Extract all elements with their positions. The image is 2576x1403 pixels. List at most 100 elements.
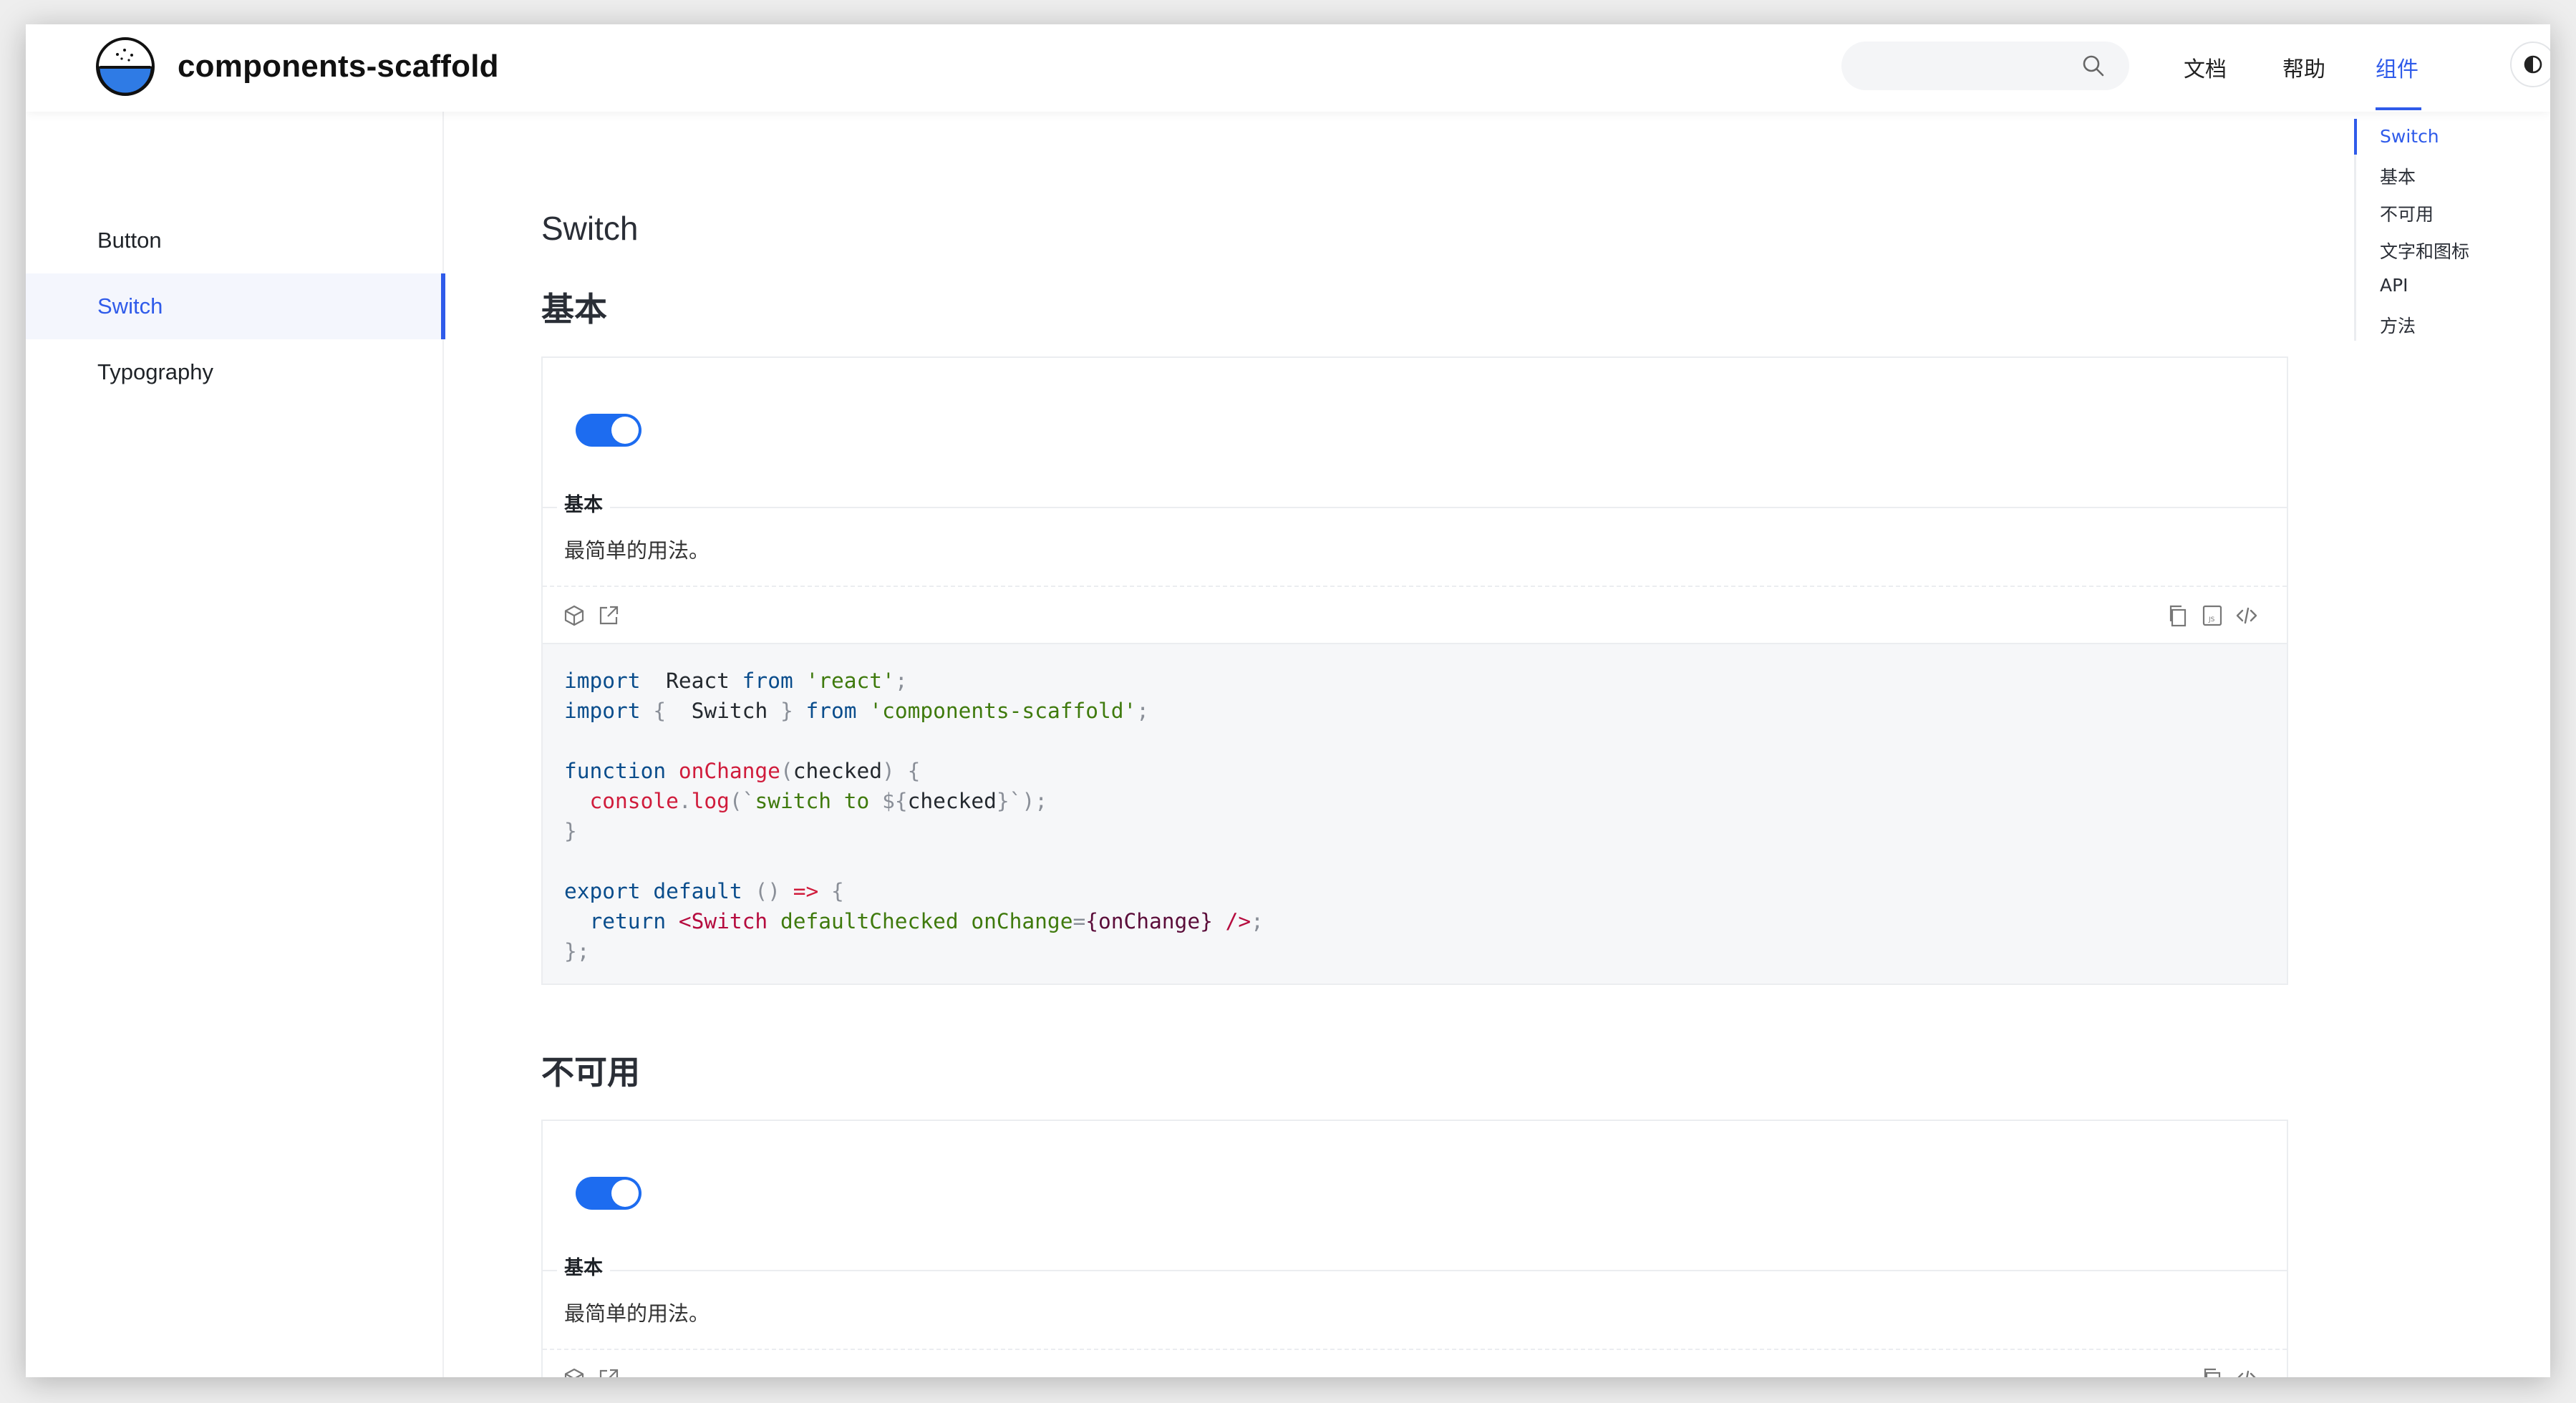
sidebar-item-label: Typography <box>97 359 213 384</box>
code-token: <Switch <box>666 909 768 933</box>
code-token: 'react' <box>793 669 895 693</box>
code-token: { <box>818 879 844 903</box>
demo-preview <box>543 358 2287 507</box>
nav-active-indicator <box>2376 107 2421 110</box>
toc-item-switch[interactable]: Switch <box>2380 126 2439 147</box>
code-line: }; <box>564 936 2265 966</box>
svg-text:JS: JS <box>2208 616 2215 623</box>
copy-icon[interactable] <box>2201 1367 2224 1377</box>
js-file-icon[interactable]: JS <box>2201 604 2224 627</box>
sidebar-item-switch[interactable]: Switch <box>26 273 445 339</box>
code-token: React <box>640 669 742 693</box>
cube-icon[interactable] <box>563 604 586 627</box>
code-line: import { Switch } from 'components-scaff… <box>564 696 2265 726</box>
code-token: export <box>564 879 641 903</box>
toc-item-disabled[interactable]: 不可用 <box>2380 200 2434 226</box>
demo-box-disabled: 基本 最简单的用法。 <box>541 1120 2288 1377</box>
code-token: ${ <box>882 789 908 813</box>
code-line: console.log(`switch to ${checked}`); <box>564 786 2265 816</box>
code-token: checked <box>793 759 883 783</box>
code-line: function onChange(checked) { <box>564 756 2265 786</box>
switch-knob <box>611 417 639 444</box>
code-token: ( <box>780 759 793 783</box>
theme-contrast-icon <box>2524 55 2542 74</box>
page-title: Switch <box>541 210 639 247</box>
code-line: import React from 'react'; <box>564 666 2265 696</box>
code-token: ) { <box>882 759 921 783</box>
theme-toggle-button[interactable] <box>2510 42 2550 87</box>
demo-label: 基本 <box>557 491 610 520</box>
demo-actions <box>543 1350 2287 1377</box>
code-icon[interactable] <box>2235 604 2258 627</box>
cube-icon[interactable] <box>563 1367 586 1377</box>
code-token: }`); <box>996 789 1047 813</box>
code-token: { <box>640 699 679 723</box>
toc-item-methods[interactable]: 方法 <box>2380 312 2416 338</box>
site-title[interactable]: components-scaffold <box>178 49 499 84</box>
table-of-contents: Switch 基本 不可用 文字和图标 API 方法 <box>2331 119 2517 341</box>
code-token: onChange <box>666 759 780 783</box>
code-token: = <box>1072 909 1086 933</box>
code-token: => <box>793 879 819 903</box>
code-token: import <box>564 669 641 693</box>
code-token: (` <box>729 789 755 813</box>
search-icon[interactable] <box>2082 54 2105 77</box>
code-token: } <box>564 819 577 843</box>
demo-label: 基本 <box>557 1254 610 1283</box>
external-link-icon[interactable] <box>597 604 620 627</box>
code-block[interactable]: import React from 'react'; import { Switc… <box>543 644 2287 984</box>
code-token: Switch <box>678 699 780 723</box>
code-token: default <box>640 879 742 903</box>
sidebar-item-label: Switch <box>97 293 163 319</box>
nav-components[interactable]: 组件 <box>2376 52 2418 83</box>
demo-description: 最简单的用法。 <box>543 1271 2287 1350</box>
code-token: log <box>691 789 730 813</box>
demo-divider: 基本 <box>543 491 2287 520</box>
sidebar-item-label: Button <box>97 228 162 253</box>
code-line: return <Switch defaultChecked onChange={… <box>564 906 2265 936</box>
search-box[interactable] <box>1841 42 2129 90</box>
code-token: import <box>564 699 641 723</box>
demo-divider: 基本 <box>543 1254 2287 1283</box>
external-link-icon[interactable] <box>597 1367 620 1377</box>
code-icon[interactable] <box>2235 1367 2258 1377</box>
code-token: () <box>742 879 793 903</box>
section-title-disabled: 不可用 <box>541 1053 640 1092</box>
section-title-basic: 基本 <box>541 290 607 329</box>
code-token: checked <box>907 789 997 813</box>
demo-actions: JS <box>543 587 2287 644</box>
demo-box-basic: 基本 最简单的用法。 JS import React from 'react';… <box>541 356 2288 985</box>
code-token: switch to <box>755 789 883 813</box>
sidebar-item-button[interactable]: Button <box>26 208 444 273</box>
code-token: . <box>678 789 692 813</box>
code-token: 'components-scaffold' <box>856 699 1137 723</box>
code-token: console <box>564 789 679 813</box>
demo-preview <box>543 1121 2287 1270</box>
code-token: ; <box>1251 909 1264 933</box>
code-token: from <box>805 699 857 723</box>
top-header: components-scaffold 文档 帮助 组件 <box>26 24 2550 112</box>
search-input[interactable] <box>1841 42 2078 90</box>
main-content: Switch 基本 基本 最简单的用法。 JS import React fro… <box>444 112 2550 1377</box>
sidebar-item-typography[interactable]: Typography <box>26 339 444 405</box>
toc-item-api[interactable]: API <box>2380 275 2408 296</box>
switch-toggle[interactable] <box>576 414 641 447</box>
code-token: onChange <box>958 909 1073 933</box>
toc-item-text-icon[interactable]: 文字和图标 <box>2380 238 2469 263</box>
switch-toggle[interactable] <box>576 1177 641 1210</box>
code-token: function <box>564 759 667 783</box>
nav-help[interactable]: 帮助 <box>2282 52 2325 83</box>
code-token: ; <box>894 669 908 693</box>
copy-icon[interactable] <box>2166 604 2189 627</box>
toc-active-indicator <box>2354 119 2357 155</box>
code-token: from <box>742 669 793 693</box>
code-token: defaultChecked <box>768 909 959 933</box>
sidebar: Button Switch Typography <box>26 112 445 1377</box>
toc-item-basic[interactable]: 基本 <box>2380 163 2416 189</box>
code-token: }; <box>564 939 590 963</box>
nav-docs[interactable]: 文档 <box>2184 52 2227 83</box>
switch-knob <box>611 1180 639 1207</box>
code-token: /> <box>1212 909 1251 933</box>
site-logo-icon[interactable] <box>95 36 156 97</box>
